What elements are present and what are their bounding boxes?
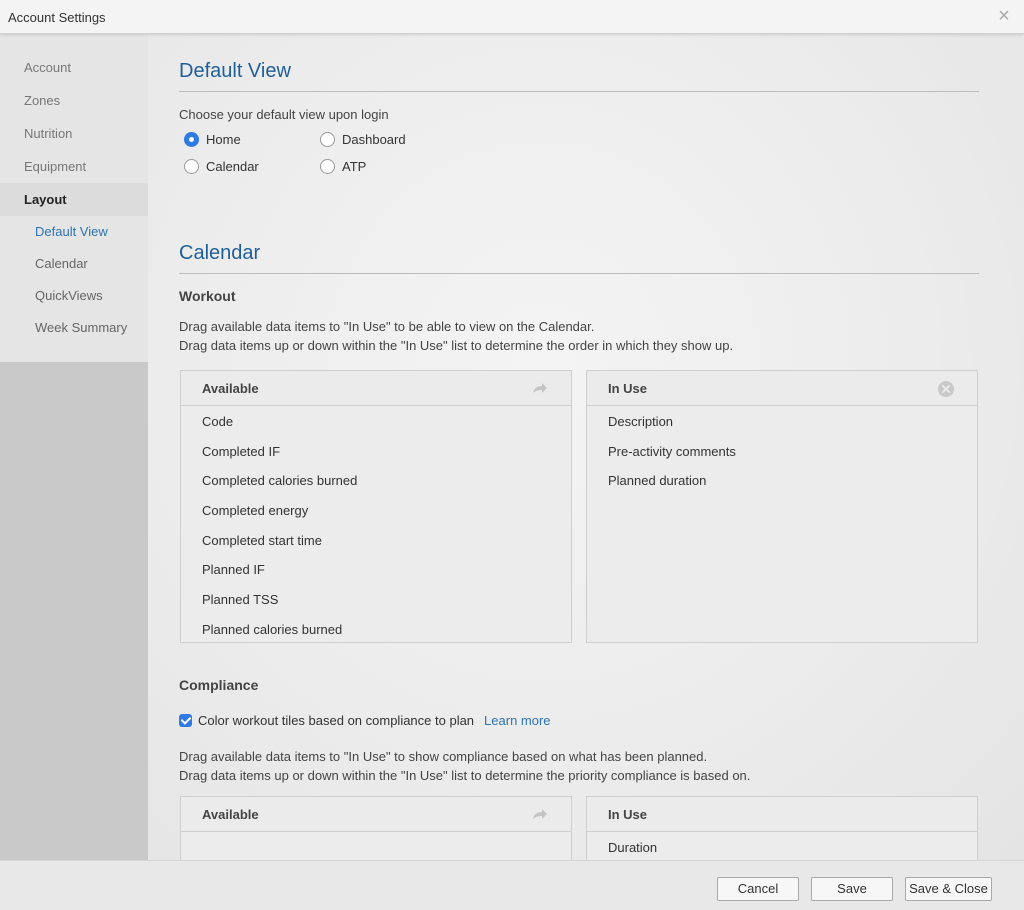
compliance-available-panel: Available — [180, 796, 572, 860]
compliance-in-use-panel: In Use Duration — [586, 796, 978, 860]
window-title: Account Settings — [8, 10, 106, 25]
divider — [179, 91, 979, 92]
sidebar-subitem-default-view[interactable]: Default View — [0, 216, 148, 248]
arrow-right-icon[interactable] — [531, 806, 549, 824]
divider — [179, 273, 979, 274]
save-close-button[interactable]: Save & Close — [905, 877, 992, 901]
panel-header-label: In Use — [608, 381, 648, 396]
clear-circle-icon[interactable] — [937, 380, 955, 398]
sidebar-item-nutrition[interactable]: Nutrition — [0, 117, 148, 150]
list-item[interactable]: Completed energy — [181, 496, 571, 526]
default-view-title: Default View — [179, 60, 291, 82]
panel-header-label: In Use — [608, 807, 648, 822]
close-icon[interactable]: × — [994, 6, 1014, 26]
radio-atp[interactable]: ATP — [320, 159, 366, 174]
list-item[interactable]: Completed start time — [181, 526, 571, 556]
sidebar-item-layout[interactable]: Layout — [0, 183, 148, 216]
list-item[interactable]: Planned IF — [181, 555, 571, 585]
compliance-checkbox[interactable] — [179, 714, 192, 727]
list-item[interactable]: Planned calories burned — [181, 615, 571, 645]
list-item[interactable]: Description — [587, 407, 977, 437]
sidebar-nav: Account Zones Nutrition Equipment Layout… — [0, 34, 148, 362]
compliance-instructions-2: Drag data items up or down within the "I… — [179, 768, 751, 783]
calendar-title: Calendar — [179, 242, 261, 264]
available-list: Code Completed IF Completed calories bur… — [181, 406, 571, 645]
workout-in-use-panel: In Use Description Pre-activity comments… — [586, 370, 978, 643]
radio-calendar[interactable]: Calendar — [184, 159, 259, 174]
cancel-button[interactable]: Cancel — [717, 877, 799, 901]
radio-home[interactable]: Home — [184, 132, 241, 147]
workout-heading: Workout — [179, 288, 236, 304]
radio-button[interactable] — [184, 159, 199, 174]
panel-header-label: Available — [202, 807, 259, 822]
compliance-checkbox-row: Color workout tiles based on compliance … — [179, 713, 551, 728]
list-item[interactable]: Completed calories burned — [181, 466, 571, 496]
sidebar-item-equipment[interactable]: Equipment — [0, 150, 148, 183]
radio-button[interactable] — [320, 132, 335, 147]
workout-instructions-2: Drag data items up or down within the "I… — [179, 338, 734, 353]
panel-header: Available — [181, 371, 571, 406]
footer: Cancel Save Save & Close — [0, 860, 1024, 910]
sidebar: Account Zones Nutrition Equipment Layout… — [0, 34, 148, 860]
panel-header: In Use — [587, 371, 977, 406]
workout-instructions-1: Drag available data items to "In Use" to… — [179, 319, 595, 334]
radio-label: Dashboard — [342, 132, 406, 147]
radio-label: ATP — [342, 159, 367, 174]
save-button[interactable]: Save — [811, 877, 893, 901]
compliance-instructions-1: Drag available data items to "In Use" to… — [179, 749, 708, 764]
list-item[interactable]: Code — [181, 407, 571, 437]
radio-button[interactable] — [184, 132, 199, 147]
list-item[interactable]: Duration — [587, 833, 977, 860]
panel-header: Available — [181, 797, 571, 832]
sidebar-subitem-quickviews[interactable]: QuickViews — [0, 280, 148, 312]
radio-dashboard[interactable]: Dashboard — [320, 132, 406, 147]
learn-more-link[interactable]: Learn more — [484, 713, 550, 728]
in-use-list: Duration — [587, 832, 977, 860]
compliance-heading: Compliance — [179, 677, 259, 693]
panel-header: In Use — [587, 797, 977, 832]
sidebar-subitem-calendar[interactable]: Calendar — [0, 248, 148, 280]
radio-label: Calendar — [206, 159, 259, 174]
panel-header-label: Available — [202, 381, 259, 396]
arrow-right-icon[interactable] — [531, 380, 549, 398]
radio-label: Home — [206, 132, 241, 147]
list-item[interactable]: Planned TSS — [181, 585, 571, 615]
compliance-checkbox-label: Color workout tiles based on compliance … — [198, 713, 475, 728]
radio-button[interactable] — [320, 159, 335, 174]
in-use-list: Description Pre-activity comments Planne… — [587, 406, 977, 496]
main-content: Default View Choose your default view up… — [148, 34, 1024, 860]
workout-available-panel: Available Code Completed IF Completed ca… — [180, 370, 572, 643]
sidebar-item-account[interactable]: Account — [0, 51, 148, 84]
default-view-prompt: Choose your default view upon login — [179, 107, 389, 122]
sidebar-item-zones[interactable]: Zones — [0, 84, 148, 117]
title-bar: Account Settings × — [0, 0, 1024, 34]
sidebar-subitem-week-summary[interactable]: Week Summary — [0, 312, 148, 344]
list-item[interactable]: Completed IF — [181, 437, 571, 467]
list-item[interactable]: Pre-activity comments — [587, 437, 977, 467]
list-item[interactable]: Planned duration — [587, 466, 977, 496]
